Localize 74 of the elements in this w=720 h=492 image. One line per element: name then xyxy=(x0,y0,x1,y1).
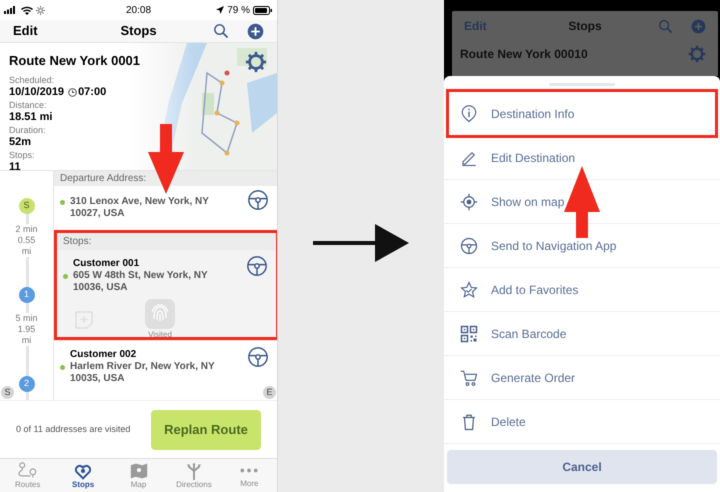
signal-icon xyxy=(4,6,18,14)
screen-title: Stops xyxy=(568,18,602,35)
edit-label: Edit xyxy=(464,18,487,35)
tab-button[interactable]: Stops xyxy=(55,459,111,492)
leg-distance: 0.55 mi xyxy=(18,235,36,257)
steering-wheel-icon[interactable] xyxy=(247,189,269,211)
add-icon xyxy=(691,18,706,34)
field-value: 52m xyxy=(9,136,32,148)
qr-code-icon xyxy=(460,324,478,342)
tab-icon xyxy=(18,462,38,480)
leg-time: 5 min xyxy=(15,313,38,324)
field-label: Stops: xyxy=(9,150,36,160)
route-name: Route New York 0001 xyxy=(9,52,140,70)
menu-item[interactable]: Destination Info xyxy=(444,92,720,136)
leg-time: 2 min xyxy=(15,224,38,235)
add-icon[interactable] xyxy=(247,22,264,40)
status-time: 20:08 xyxy=(126,4,152,18)
route-card[interactable]: Route New York 0001 Scheduled: 10/10/2019 07:00 Distance: 18.51 mi Duration: 52m Stops: 11 xyxy=(0,42,277,170)
location-icon xyxy=(216,6,224,14)
route-name: Route New York 00010 xyxy=(460,46,588,63)
stop-marker: 2 xyxy=(18,376,34,392)
arrow-icon xyxy=(313,224,409,262)
wifi-icon xyxy=(21,6,33,14)
target-icon xyxy=(460,192,478,210)
field-label: Distance: xyxy=(9,100,48,110)
steering-wheel-icon[interactable] xyxy=(246,255,268,277)
menu-item[interactable]: Scan Barcode xyxy=(444,312,720,356)
tab-button[interactable]: Directions xyxy=(166,459,222,492)
stop-address: Harlem River Dr, New York, NY 10035, USA xyxy=(70,361,215,385)
menu-item[interactable]: Add to Favorites xyxy=(444,268,720,312)
menu-item[interactable]: Delete xyxy=(444,400,720,444)
arrow-icon xyxy=(564,166,600,238)
cart-icon xyxy=(460,368,478,386)
field-label: Scheduled: xyxy=(9,74,56,86)
edit-button[interactable]: Edit xyxy=(13,21,38,41)
search-icon[interactable] xyxy=(213,23,229,39)
stop-address: 310 Lenox Ave, New York, NY 10027, USA xyxy=(70,196,209,220)
stop-marker: S xyxy=(18,198,34,214)
menu-item[interactable]: Generate Order xyxy=(444,356,720,400)
field-label: Duration: xyxy=(9,124,47,136)
brightness-icon xyxy=(36,6,45,14)
stop-marker: 1 xyxy=(18,287,34,303)
field-value: 10/10/2019 xyxy=(9,86,64,98)
info-pin-icon xyxy=(460,104,478,122)
tab-icon xyxy=(128,462,149,480)
arrow-icon xyxy=(148,124,184,194)
screen-title: Stops xyxy=(120,22,157,40)
tab-button[interactable]: More xyxy=(222,459,278,492)
battery-level: 79 % xyxy=(227,4,250,18)
cancel-button[interactable]: Cancel xyxy=(447,450,717,484)
more-icon xyxy=(239,468,260,473)
customer-name: Customer 001 xyxy=(73,257,140,270)
search-icon xyxy=(658,18,673,34)
settings-icon xyxy=(688,45,706,63)
scheduled-time: 07:00 xyxy=(78,86,106,98)
tab-button[interactable]: Map xyxy=(110,459,166,492)
clock-icon xyxy=(68,88,78,96)
steering-wheel-icon xyxy=(460,236,478,254)
tab-button[interactable]: Routes xyxy=(0,459,56,492)
steering-wheel-icon[interactable] xyxy=(247,346,269,368)
leg-distance: 1.95 mi xyxy=(18,324,36,346)
section-header: Departure Address: xyxy=(60,172,146,186)
route-end-marker: S xyxy=(1,386,14,399)
visited-summary: 0 of 11 addresses are visited xyxy=(16,422,130,436)
stop-row[interactable]: Customer 001 605 W 48th St, New York, NY 10036, USA Visited xyxy=(57,250,276,337)
section-header: Stops: xyxy=(63,235,92,249)
customer-name: Customer 002 xyxy=(70,348,136,361)
replan-route-button[interactable]: Replan Route xyxy=(151,410,261,450)
stop-address: 605 W 48th St, New York, NY 10036, USA xyxy=(73,270,208,294)
trash-icon xyxy=(460,412,478,430)
settings-icon[interactable] xyxy=(245,51,267,73)
star-icon xyxy=(460,280,478,298)
field-value: 18.51 mi xyxy=(9,110,52,124)
battery-icon xyxy=(253,6,273,14)
